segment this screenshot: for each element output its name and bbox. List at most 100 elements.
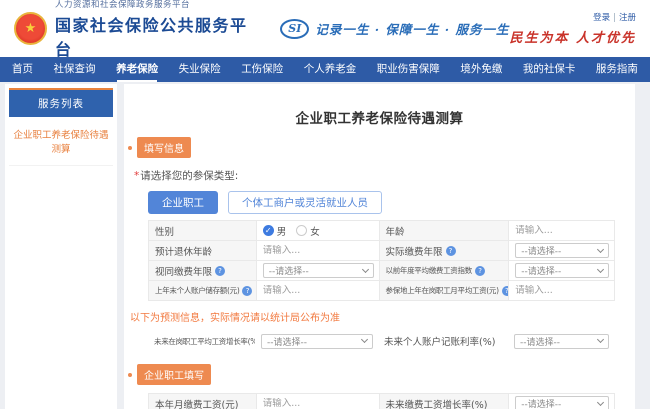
future-account-rate-label: 未来个人账户记账利率(%) — [378, 332, 508, 350]
account-balance-value-cell — [256, 281, 379, 300]
table-row: 上年末个人账户储存额(元)? 参保地上年在岗职工月平均工资(元)? — [149, 281, 614, 301]
chevron-down-icon — [361, 265, 368, 272]
future-account-rate-select[interactable]: --请选择-- — [514, 334, 609, 349]
radio-male[interactable]: ✓男 — [263, 224, 287, 238]
future-wage-growth-label: 未来在岗职工平均工资增长率(%) — [148, 332, 255, 350]
nav-item-occupational[interactable]: 职业伤害保障 — [377, 57, 440, 82]
actual-years-select[interactable]: --请选择-- — [515, 243, 609, 258]
si-logo: SI — [280, 19, 309, 39]
wage-index-value-cell: --请选择-- — [508, 261, 614, 280]
local-avg-wage-value-cell — [508, 281, 614, 300]
nav-item-guide[interactable]: 服务指南 — [596, 57, 638, 82]
slogan-block: SI 记录一生 · 保障一生 · 服务一生 — [280, 19, 509, 39]
gender-value-cell: ✓男 女 — [256, 221, 379, 240]
national-emblem-logo: ★ — [14, 12, 47, 45]
table-row: 预计退休年龄 实际缴费年限? --请选择-- — [149, 241, 614, 261]
future-pay-growth-select[interactable]: --请选择-- — [515, 396, 609, 409]
age-label: 年龄 — [379, 221, 509, 240]
radio-female[interactable]: 女 — [296, 224, 320, 238]
account-balance-input[interactable] — [263, 285, 379, 296]
enterprise-form-table: 本年月缴费工资(元) 未来缴费工资增长率(%) --请选择-- — [148, 393, 615, 409]
chevron-down-icon — [597, 398, 604, 405]
actual-years-value-cell: --请选择-- — [508, 241, 614, 260]
bullet-dot-icon — [128, 146, 132, 150]
nav-item-pension[interactable]: 养老保险 — [116, 57, 158, 82]
star-icon: ★ — [25, 22, 37, 35]
chevron-down-icon — [361, 336, 368, 343]
gender-radio-group: ✓男 女 — [263, 224, 320, 238]
form-table: 性别 ✓男 女 年龄 预计退休年龄 实际缴费年限? --请选择-- — [148, 220, 615, 301]
help-icon[interactable]: ? — [242, 286, 252, 296]
retire-age-value-cell — [256, 241, 379, 260]
login-link[interactable]: 登录 — [593, 13, 610, 23]
nav-item-unemployment[interactable]: 失业保险 — [179, 57, 221, 82]
auth-divider: | — [613, 13, 616, 23]
future-pay-growth-label: 未来缴费工资增长率(%) — [379, 394, 509, 409]
retire-age-input[interactable] — [263, 245, 379, 256]
nav-item-injury[interactable]: 工伤保险 — [241, 57, 283, 82]
section-enterprise-fill: 企业职工填写 — [128, 364, 635, 385]
auth-links: 登录|注册 — [593, 11, 636, 23]
local-avg-wage-input[interactable] — [515, 285, 614, 296]
deemed-years-label-cell: 视同缴费年限? — [149, 261, 256, 280]
page-title: 企业职工养老保险待遇测算 — [124, 84, 635, 127]
slogan-text: 记录一生 · 保障一生 · 服务一生 — [315, 19, 509, 38]
local-avg-wage-label-cell: 参保地上年在岗职工月平均工资(元)? — [379, 281, 509, 300]
help-icon[interactable]: ? — [446, 246, 456, 256]
bullet-dot-icon — [128, 373, 132, 377]
page-body: 服务列表 企业职工养老保险待遇测算 企业职工养老保险待遇测算 填写信息 *请选择… — [0, 82, 650, 409]
insurance-type-tabs: 企业职工 个体工商户或灵活就业人员 — [148, 191, 635, 214]
deemed-years-select[interactable]: --请选择-- — [263, 263, 374, 278]
future-pay-growth-cell: --请选择-- — [508, 394, 614, 409]
main-nav: 首页 社保查询 养老保险 失业保险 工伤保险 个人养老金 职业伤害保障 境外免缴… — [0, 57, 650, 82]
current-month-wage-input[interactable] — [263, 398, 379, 409]
section-badge-fill-info: 填写信息 — [137, 137, 191, 158]
actual-years-label-cell: 实际缴费年限? — [379, 241, 509, 260]
nav-item-query[interactable]: 社保查询 — [54, 57, 96, 82]
chevron-down-icon — [597, 336, 604, 343]
register-link[interactable]: 注册 — [619, 13, 636, 23]
nav-item-personal-pension[interactable]: 个人养老金 — [304, 57, 357, 82]
motto-calligraphy: 民生为本 人才优先 — [509, 27, 636, 46]
sidebar-title: 服务列表 — [9, 88, 113, 117]
sidebar-item-pension-calc[interactable]: 企业职工养老保险待遇测算 — [9, 117, 113, 166]
future-wage-growth-select[interactable]: --请选择-- — [261, 334, 373, 349]
service-sidebar: 服务列表 企业职工养老保险待遇测算 — [5, 84, 117, 409]
account-balance-label-cell: 上年末个人账户储存额(元)? — [149, 281, 256, 300]
age-value-cell — [508, 221, 614, 240]
insurance-type-label: 请选择您的参保类型: — [140, 170, 238, 182]
wage-index-select[interactable]: --请选择-- — [515, 263, 609, 278]
future-row: 未来在岗职工平均工资增长率(%) --请选择-- 未来个人账户记账利率(%) -… — [148, 332, 615, 350]
table-row: 视同缴费年限? --请选择-- 以前年度平均缴费工资指数? --请选择-- — [149, 261, 614, 281]
table-row: 本年月缴费工资(元) 未来缴费工资增长率(%) --请选择-- — [149, 394, 614, 409]
radio-checked-icon: ✓ — [263, 225, 274, 236]
table-row: 性别 ✓男 女 年龄 — [149, 221, 614, 241]
age-input[interactable] — [515, 225, 614, 236]
header-right: 登录|注册 民生为本 人才优先 — [509, 11, 636, 46]
chevron-down-icon — [597, 265, 604, 272]
retire-age-label: 预计退休年龄 — [149, 241, 256, 260]
nav-item-overseas[interactable]: 境外免缴 — [460, 57, 502, 82]
help-icon[interactable]: ? — [215, 266, 225, 276]
wage-index-label-cell: 以前年度平均缴费工资指数? — [379, 261, 509, 280]
nav-item-home[interactable]: 首页 — [12, 57, 33, 82]
site-title-block: 人力资源和社会保障政务服务平台 国家社会保险公共服务平台 — [55, 0, 256, 60]
main-panel: 企业职工养老保险待遇测算 填写信息 *请选择您的参保类型: 企业职工 个体工商户… — [124, 84, 635, 409]
forecast-note: 以下为预测信息，实际情况请以统计局公布为准 — [130, 309, 635, 324]
ministry-subtitle: 人力资源和社会保障政务服务平台 — [55, 0, 256, 10]
tab-enterprise-employee[interactable]: 企业职工 — [148, 191, 218, 214]
current-month-wage-cell — [256, 394, 379, 409]
section-badge-enterprise-fill: 企业职工填写 — [137, 364, 211, 385]
required-asterisk: * — [134, 170, 139, 182]
help-icon[interactable]: ? — [475, 266, 485, 276]
radio-unchecked-icon — [296, 225, 307, 236]
deemed-years-value-cell: --请选择-- — [256, 261, 379, 280]
section-fill-info: 填写信息 — [128, 137, 635, 158]
future-wage-growth-cell: --请选择-- — [255, 332, 378, 350]
insurance-type-label-row: *请选择您的参保类型: — [134, 168, 635, 183]
tab-flexible-employment[interactable]: 个体工商户或灵活就业人员 — [228, 191, 382, 214]
nav-item-card[interactable]: 我的社保卡 — [523, 57, 576, 82]
current-month-wage-label: 本年月缴费工资(元) — [149, 394, 256, 409]
chevron-down-icon — [597, 245, 604, 252]
gender-label: 性别 — [149, 221, 256, 240]
